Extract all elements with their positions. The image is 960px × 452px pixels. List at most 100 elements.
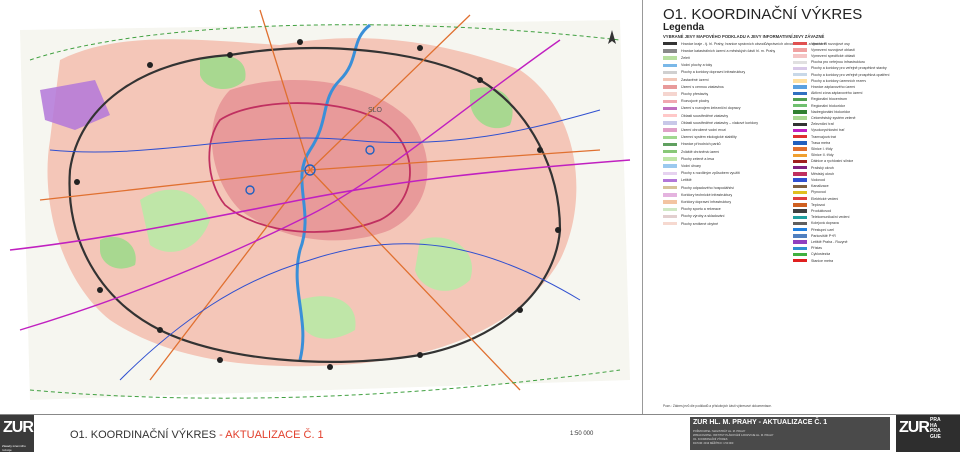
legend-swatch <box>793 147 807 151</box>
title-block-row: ZPRACOVATEL: INSTITUT PLÁNOVÁNÍ A ROZVOJ… <box>693 434 774 437</box>
legend-item-label: Plochy a koridory pro veřejně prospěšná … <box>811 72 890 77</box>
legend-item-label: Letiště <box>681 178 692 183</box>
legend-swatch <box>793 141 807 145</box>
legend-item: Kolejová doprava <box>793 221 839 226</box>
title-block: ZUR HL. M. PRAHY - AKTUALIZACE Č. 1 POŘI… <box>690 417 890 450</box>
legend-swatch <box>793 97 807 102</box>
legend-item: Hranice katastrálních území a městských … <box>663 48 775 53</box>
legend-swatch <box>663 214 677 219</box>
legend-swatch <box>793 42 807 46</box>
title-block-row: O1. KOORDINAČNÍ VÝKRES <box>693 438 728 441</box>
legend-item-label: Vodovod <box>811 178 825 183</box>
title-bar: ZUR Zásady územního rozvoje O1. KOORDINA… <box>0 414 960 452</box>
legend-item-label: Plochy sportu a rekreace <box>681 207 721 212</box>
legend-item: Zeleň <box>663 55 690 60</box>
zur-mark: ZUR <box>3 419 34 436</box>
legend-item-label: Plochy výroby a skladování <box>681 214 725 219</box>
legend-item: Oblasti soustředěné zástavby – vlakové k… <box>663 120 758 125</box>
legend-item-label: Městský okruh <box>811 171 835 176</box>
legend-swatch <box>663 135 677 139</box>
drawing-title-update: - AKTUALIZACE Č. 1 <box>216 429 324 441</box>
legend-swatch <box>663 70 677 75</box>
legend-item: Parkoviště P+R <box>793 233 836 238</box>
legend-item: Plocha pro veřejnou infrastrukturu <box>793 60 865 65</box>
legend-item-label: Hranice záplavového území <box>811 85 856 90</box>
legend-item-label: Parkoviště P+R <box>811 233 836 238</box>
legend-swatch <box>793 85 807 89</box>
legend-item-label: Oblasti soustředěné zástavby – vlakové k… <box>681 120 759 125</box>
legend-swatch <box>793 197 807 201</box>
legend-item-label: Dálnice a rychlostní silnice <box>811 159 854 164</box>
legend-item: Vysokorychlostní trať <box>793 128 845 133</box>
legend-item-label: Produktovod <box>811 209 832 214</box>
legend-subtitle: Legenda <box>663 22 705 33</box>
legend-col1-heading: VYBRANÉ JEVY MAPOVÉHO PODKLADU A JEVY IN… <box>663 34 793 39</box>
legend-item: Přístav <box>793 246 822 251</box>
legend-swatch <box>663 49 677 53</box>
legend-item-label: Vodní útvary <box>681 164 701 169</box>
legend-swatch <box>663 56 677 60</box>
legend-swatch <box>793 178 807 182</box>
map-label-slo: SLO <box>368 107 383 114</box>
legend-item: Telekomunikační vedení <box>793 215 850 220</box>
legend-item-label: Plochy a koridory dopravní infrastruktur… <box>681 70 746 75</box>
legend-item: Silnice II. třídy <box>793 153 834 158</box>
legend-swatch <box>793 91 807 95</box>
legend-item-label: Plochy smíšené obytné <box>681 221 719 226</box>
legend-item-label: Železniční trať <box>811 122 834 127</box>
legend-item: Přestupní uzel <box>793 227 834 232</box>
legend-item: Plochy smíšené obytné <box>663 221 718 226</box>
title-block-row: DATUM: 2013 MĚŘÍTKO: 1:50 000 <box>693 442 734 445</box>
legend-item-label: Tramvajová trať <box>811 134 837 139</box>
legend-item: Území s cennou zástavbou <box>663 84 724 89</box>
legend-swatch <box>663 78 677 82</box>
legend-swatch <box>663 106 677 111</box>
legend-swatch <box>793 259 807 263</box>
legend-swatch <box>663 114 677 118</box>
zur-logo-right: ZUR PRA HA PRA GUE <box>896 415 960 452</box>
legend-swatch <box>793 122 807 126</box>
legend-item-label: Zeleň <box>681 56 690 61</box>
drawing-scale: 1:50 000 <box>570 431 594 437</box>
legend-item: Elektrické vedení <box>793 196 838 201</box>
legend-item: Koridory technické infrastruktury <box>663 192 732 197</box>
legend-swatch <box>663 121 677 125</box>
legend-item-label: Telekomunikační vedení <box>811 215 850 220</box>
legend-item: Silnice I. třídy <box>793 146 833 151</box>
legend-swatch <box>793 110 807 114</box>
legend-item: Tramvajová trať <box>793 134 836 139</box>
legend-item: Hranice záplavového území <box>793 84 855 89</box>
legend-swatch <box>663 193 677 197</box>
legend-swatch <box>663 85 677 89</box>
legend-item-label: Celoměstský systém zeleně <box>811 116 856 121</box>
legend-swatch <box>663 63 677 67</box>
zur-mark-right: ZUR <box>899 419 930 436</box>
legend-item-label: Teplovod <box>811 202 826 207</box>
legend-swatch <box>663 178 677 183</box>
legend-item-label: Plochy zeleně a lesa <box>681 156 714 161</box>
legend-item: Územní systém ekologické stability <box>663 135 737 140</box>
legend-swatch <box>793 252 807 257</box>
legend-swatch <box>793 246 807 250</box>
legend-swatch <box>793 73 807 77</box>
legend-swatch <box>663 171 677 175</box>
legend-item: Plochy sportu a rekreace <box>663 207 721 212</box>
legend-item: Plochy s rozdílným způsobem využití <box>663 171 740 176</box>
legend-swatch <box>793 153 807 157</box>
legend-swatch <box>663 200 677 204</box>
legend-item-label: Kanalizace <box>811 184 829 189</box>
legend-item-label: Aktivní zóna záplavového území <box>811 91 863 96</box>
legend-item-label: Plochy s rozdílným způsobem využití <box>681 171 740 176</box>
legend-item-label: Plynovod <box>811 190 826 195</box>
legend-item: Plochy výroby a skladování <box>663 214 725 219</box>
legend-swatch <box>793 54 807 58</box>
legend-item: Zvláště chráněná území <box>663 149 719 154</box>
legend-item: Železniční trať <box>793 122 834 127</box>
legend-swatch <box>793 228 807 232</box>
legend-item-label: Území s cennou zástavbou <box>681 84 725 89</box>
legend-item: Kanalizace <box>793 184 829 189</box>
map-area[interactable]: SLO <box>0 0 643 414</box>
legend-note: Pozn.: Zákres jevů dle podkladů a příslu… <box>663 404 772 408</box>
title-block-heading: ZUR HL. M. PRAHY - AKTUALIZACE Č. 1 <box>693 419 828 426</box>
legend-item: Vymezení rozvojové osy <box>793 41 850 46</box>
